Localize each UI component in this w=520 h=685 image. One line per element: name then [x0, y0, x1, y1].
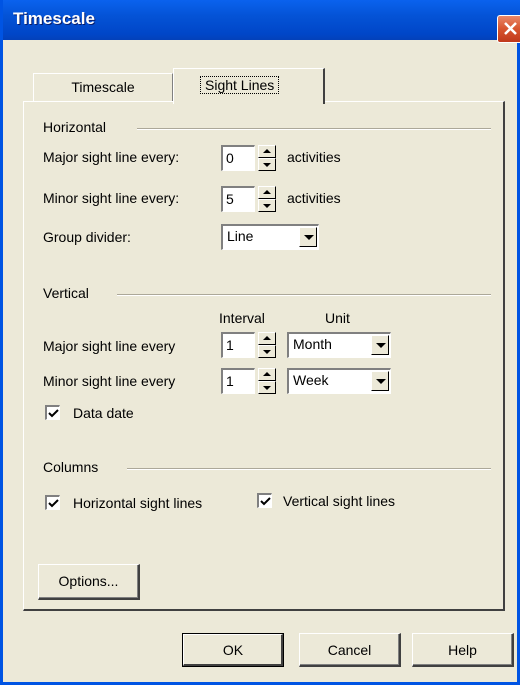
vertical-minor-unit-value: Week: [293, 372, 329, 388]
horizontal-major-spinner[interactable]: 0: [221, 145, 277, 171]
vertical-group-divider: [117, 294, 491, 296]
vertical-major-unit-value: Month: [293, 336, 332, 352]
title-bar: Timescale: [3, 0, 520, 43]
vertical-major-interval-input[interactable]: 1: [221, 332, 255, 358]
options-button-label: Options...: [58, 573, 119, 589]
horizontal-minor-spinner[interactable]: 5: [221, 186, 277, 212]
checkmark-icon: [48, 499, 59, 508]
window-title: Timescale: [13, 9, 95, 28]
vertical-major-unit-select[interactable]: Month: [287, 332, 391, 358]
data-date-checkbox[interactable]: [45, 405, 60, 420]
vertical-minor-unit-select[interactable]: Week: [287, 368, 391, 394]
horizontal-group-label: Horizontal: [43, 119, 107, 135]
columns-group-divider: [127, 468, 491, 470]
tab-timescale[interactable]: Timescale: [33, 73, 173, 101]
horizontal-major-unit: activities: [287, 149, 341, 165]
vertical-minor-interval-spinner[interactable]: 1: [221, 368, 277, 394]
group-divider-select[interactable]: Line: [221, 224, 319, 250]
tab-sight-lines[interactable]: Sight Lines: [173, 68, 325, 104]
vertical-group-label: Vertical: [43, 285, 89, 301]
spin-up-icon[interactable]: [258, 332, 276, 345]
data-date-label: Data date: [73, 405, 134, 421]
spin-down-icon[interactable]: [258, 158, 276, 171]
help-button-label: Help: [448, 642, 477, 658]
vertical-minor-label: Minor sight line every: [43, 373, 176, 389]
interval-header: Interval: [219, 310, 265, 326]
horizontal-minor-input[interactable]: 5: [221, 186, 255, 212]
spin-down-icon[interactable]: [258, 345, 276, 358]
horizontal-major-label: Major sight line every:: [43, 149, 180, 165]
help-button[interactable]: Help: [412, 633, 514, 667]
ok-button[interactable]: OK: [182, 633, 284, 667]
horizontal-group-divider: [137, 128, 491, 130]
options-button[interactable]: Options...: [38, 564, 140, 600]
horizontal-minor-unit: activities: [287, 190, 341, 206]
horizontal-major-input[interactable]: 0: [221, 145, 255, 171]
horizontal-sight-lines-checkbox[interactable]: [45, 495, 60, 510]
columns-group-label: Columns: [43, 459, 99, 475]
vertical-major-label: Major sight line every: [43, 338, 176, 354]
group-divider-label: Group divider:: [43, 229, 131, 245]
group-divider-value: Line: [227, 228, 254, 244]
checkmark-icon: [48, 409, 59, 418]
cancel-button[interactable]: Cancel: [299, 633, 401, 667]
spin-down-icon[interactable]: [258, 381, 276, 394]
vertical-sight-lines-checkbox[interactable]: [257, 493, 272, 508]
tab-sight-lines-label: Sight Lines: [200, 76, 280, 94]
close-button[interactable]: [497, 15, 520, 43]
close-icon: [504, 22, 517, 35]
spin-up-icon[interactable]: [258, 145, 276, 158]
spin-up-icon[interactable]: [258, 186, 276, 199]
unit-header: Unit: [325, 310, 350, 326]
tab-timescale-label: Timescale: [71, 79, 135, 95]
horizontal-sight-lines-label: Horizontal sight lines: [73, 495, 203, 511]
checkmark-icon: [260, 497, 271, 506]
chevron-down-icon[interactable]: [371, 335, 389, 355]
cancel-button-label: Cancel: [327, 642, 372, 658]
vertical-sight-lines-label: Vertical sight lines: [283, 493, 396, 509]
timescale-dialog: Timescale Timescale Sight Lines Horizont…: [0, 0, 520, 685]
vertical-major-interval-spinner[interactable]: 1: [221, 332, 277, 358]
spin-up-icon[interactable]: [258, 368, 276, 381]
ok-button-label: OK: [222, 642, 244, 658]
chevron-down-icon[interactable]: [299, 227, 317, 247]
chevron-down-icon[interactable]: [371, 371, 389, 391]
spin-down-icon[interactable]: [258, 199, 276, 212]
vertical-minor-interval-input[interactable]: 1: [221, 368, 255, 394]
horizontal-minor-label: Minor sight line every:: [43, 190, 180, 206]
